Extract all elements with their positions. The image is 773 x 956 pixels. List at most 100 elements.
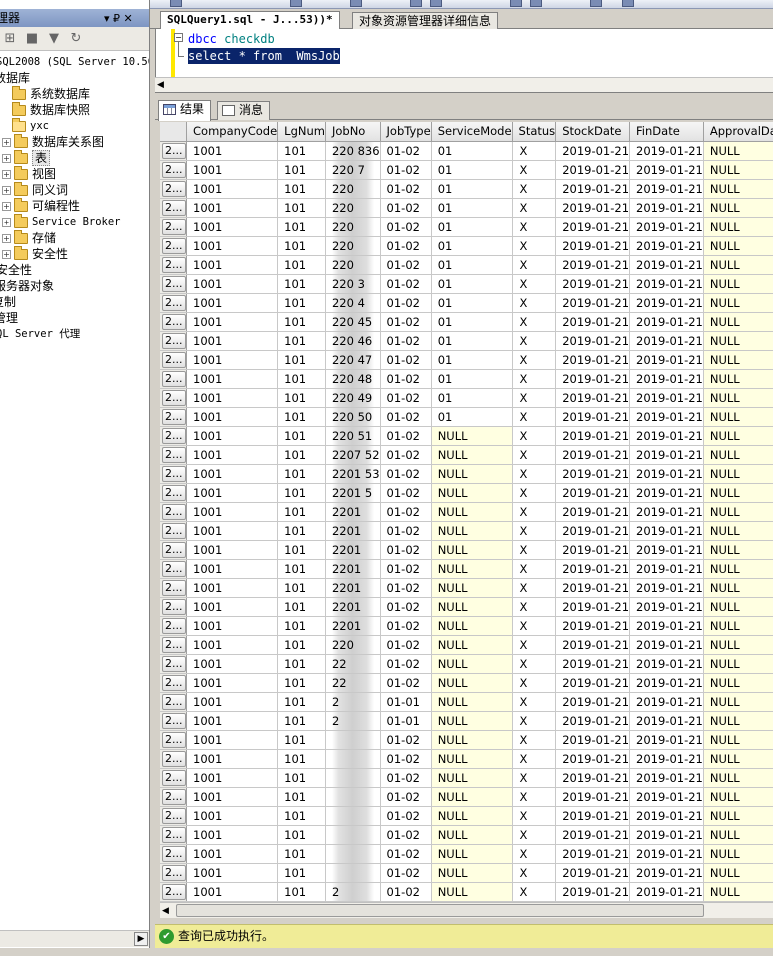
grid-cell[interactable]: X — [512, 407, 557, 427]
grid-cell[interactable]: X — [512, 616, 557, 636]
grid-cell[interactable]: 01-02 — [380, 141, 432, 161]
grid-cell[interactable]: 220 3 — [325, 274, 381, 294]
grid-cell[interactable]: 2019-01-21 — [629, 255, 704, 275]
grid-cell[interactable]: NULL — [703, 635, 773, 655]
filter-icon[interactable]: ▼ — [46, 31, 62, 46]
grid-cell[interactable]: 01 — [431, 236, 513, 256]
grid-cell[interactable]: 2019-01-21 — [555, 388, 631, 408]
grid-cell[interactable]: 2201 — [325, 597, 381, 617]
grid-cell[interactable]: 101 — [277, 236, 326, 256]
grid-cell[interactable]: NULL — [703, 426, 773, 446]
grid-cell[interactable]: NULL — [703, 768, 773, 788]
grid-cell[interactable]: NULL — [431, 654, 513, 674]
column-header[interactable]: JobNo — [325, 122, 381, 142]
grid-cell[interactable]: 2019-01-21 — [555, 559, 631, 579]
grid-cell[interactable]: 2019-01-21 — [555, 350, 631, 370]
grid-cell[interactable]: 01-02 — [380, 768, 432, 788]
grid-cell[interactable]: 01 — [431, 274, 513, 294]
toolbar-button[interactable] — [530, 0, 542, 7]
grid-cell[interactable]: 2019-01-21 — [629, 369, 704, 389]
grid-cell[interactable]: NULL — [431, 749, 513, 769]
grid-cell[interactable]: 1001 — [186, 597, 279, 617]
tree-node[interactable]: + 安全性 — [2, 246, 68, 262]
tree-node[interactable]: + 视图 — [2, 166, 56, 182]
grid-cell[interactable]: 2201 53 — [325, 464, 381, 484]
tree-node[interactable]: 数据库 — [0, 70, 30, 86]
grid-cell[interactable]: 2019-01-21 — [555, 331, 631, 351]
grid-cell[interactable]: 2019-01-21 — [555, 749, 631, 769]
grid-cell[interactable]: X — [512, 255, 557, 275]
column-header[interactable]: LgNum — [277, 122, 326, 142]
row-header[interactable]: 2... — [160, 255, 187, 275]
grid-cell[interactable]: 101 — [277, 445, 326, 465]
grid-cell[interactable]: 1001 — [186, 882, 279, 902]
grid-cell[interactable]: 01 — [431, 293, 513, 313]
toolbar-button[interactable] — [410, 0, 422, 7]
grid-cell[interactable]: 01-02 — [380, 673, 432, 693]
grid-cell[interactable]: 101 — [277, 616, 326, 636]
grid-cell[interactable]: 2019-01-21 — [555, 844, 631, 864]
grid-cell[interactable]: 2019-01-21 — [555, 369, 631, 389]
row-header[interactable]: 2... — [160, 597, 187, 617]
tree-node[interactable]: QL Server 代理 — [0, 326, 80, 342]
grid-cell[interactable]: NULL — [431, 711, 513, 731]
grid-cell[interactable]: 101 — [277, 654, 326, 674]
grid-cell[interactable]: NULL — [431, 825, 513, 845]
grid-cell[interactable]: 220 7 — [325, 160, 381, 180]
grid-cell[interactable]: X — [512, 502, 557, 522]
grid-cell[interactable]: 2019-01-21 — [555, 578, 631, 598]
grid-cell[interactable]: X — [512, 369, 557, 389]
grid-cell[interactable]: X — [512, 293, 557, 313]
grid-cell[interactable]: X — [512, 483, 557, 503]
grid-cell[interactable]: 2019-01-21 — [629, 540, 704, 560]
grid-cell[interactable]: 2019-01-21 — [555, 141, 631, 161]
grid-cell[interactable]: 01-02 — [380, 255, 432, 275]
expand-icon[interactable]: + — [2, 186, 11, 195]
grid-cell[interactable]: 2201 — [325, 540, 381, 560]
grid-cell[interactable]: 1001 — [186, 711, 279, 731]
column-header[interactable]: CompanyCode — [186, 122, 279, 142]
grid-cell[interactable]: 101 — [277, 806, 326, 826]
row-header[interactable]: 2... — [160, 407, 187, 427]
grid-cell[interactable]: NULL — [431, 540, 513, 560]
expand-icon[interactable]: + — [2, 250, 11, 259]
row-header[interactable]: 2... — [160, 312, 187, 332]
tree-node[interactable]: 数据库快照 — [12, 102, 90, 118]
column-header[interactable]: JobType — [380, 122, 432, 142]
grid-cell[interactable]: 2019-01-21 — [555, 198, 631, 218]
grid-cell[interactable]: 01-02 — [380, 882, 432, 902]
grid-cell[interactable]: 2019-01-21 — [555, 787, 631, 807]
grid-cell[interactable]: 220 — [325, 635, 381, 655]
grid-cell[interactable]: 01 — [431, 388, 513, 408]
grid-cell[interactable]: 101 — [277, 692, 326, 712]
grid-cell[interactable]: NULL — [703, 730, 773, 750]
tree-node[interactable]: + 表 — [2, 150, 51, 166]
grid-cell[interactable]: 2019-01-21 — [629, 863, 704, 883]
grid-cell[interactable]: NULL — [703, 236, 773, 256]
grid-cell[interactable] — [325, 730, 381, 750]
grid-cell[interactable]: 01-02 — [380, 426, 432, 446]
grid-cell[interactable]: 2019-01-21 — [555, 274, 631, 294]
grid-cell[interactable]: 01 — [431, 369, 513, 389]
row-header[interactable]: 2... — [160, 445, 187, 465]
grid-cell[interactable]: NULL — [703, 825, 773, 845]
grid-cell[interactable]: 01-02 — [380, 597, 432, 617]
grid-cell[interactable]: 2019-01-21 — [555, 217, 631, 237]
grid-cell[interactable]: 01-02 — [380, 350, 432, 370]
grid-cell[interactable]: 101 — [277, 502, 326, 522]
grid-cell[interactable]: X — [512, 217, 557, 237]
grid-cell[interactable]: 2207 52 — [325, 445, 381, 465]
grid-cell[interactable]: X — [512, 673, 557, 693]
connect-icon[interactable]: ⊞ — [2, 31, 18, 46]
grid-cell[interactable]: 01-02 — [380, 445, 432, 465]
grid-cell[interactable]: NULL — [703, 787, 773, 807]
grid-cell[interactable]: 2019-01-21 — [629, 236, 704, 256]
column-header[interactable]: StockDate — [555, 122, 631, 142]
grid-cell[interactable]: 220 50 — [325, 407, 381, 427]
grid-cell[interactable]: 220 — [325, 198, 381, 218]
grid-cell[interactable]: 101 — [277, 768, 326, 788]
row-header[interactable]: 2... — [160, 274, 187, 294]
grid-cell[interactable]: 01-01 — [380, 692, 432, 712]
grid-cell[interactable]: 2019-01-21 — [555, 806, 631, 826]
grid-cell[interactable]: 2019-01-21 — [555, 426, 631, 446]
